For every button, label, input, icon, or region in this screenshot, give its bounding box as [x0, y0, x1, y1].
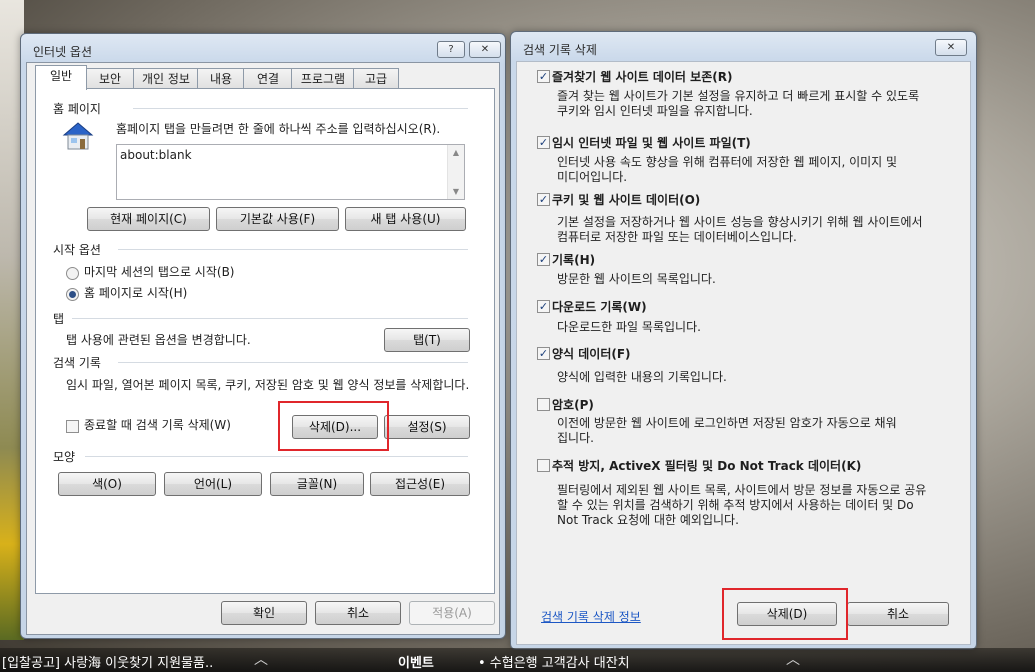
- item-temp-files-label: 임시 인터넷 파일 및 웹 사이트 파일(T): [552, 136, 751, 150]
- divider: [133, 108, 468, 109]
- homepage-url-value: about:blank: [120, 148, 192, 162]
- scroll-up-icon[interactable]: ▲: [448, 148, 464, 157]
- apply-button[interactable]: 적용(A): [409, 601, 495, 625]
- radio-homepage[interactable]: [66, 288, 79, 301]
- delete-on-exit-label: 종료할 때 검색 기록 삭제(W): [84, 418, 231, 432]
- ok-button[interactable]: 확인: [221, 601, 307, 625]
- home-icon: [62, 122, 94, 150]
- divider: [118, 249, 468, 250]
- news-ticker: [입찰공고] 사랑海 이웃찾기 지원물품.. ︿ 이벤트 • 수협은행 고객감사…: [0, 648, 1035, 672]
- item-description: 기본 설정을 저장하거나 웹 사이트 성능을 향상시키기 위해 웹 사이트에서: [557, 215, 923, 229]
- divider: [118, 362, 468, 363]
- use-default-button[interactable]: 기본값 사용(F): [216, 207, 339, 231]
- ticker-item[interactable]: • 수협은행 고객감사 대잔치: [478, 652, 630, 671]
- item-description: 인터넷 사용 속도 향상을 위해 컴퓨터에 저장한 웹 페이지, 이미지 및: [557, 155, 898, 169]
- item-checkbox[interactable]: ✓: [537, 300, 550, 313]
- delete-history-window: 검색 기록 삭제 ✕: [510, 31, 977, 650]
- tab-general[interactable]: 일반: [35, 65, 87, 90]
- divider: [85, 456, 468, 457]
- item-tracking-protection-label: 추적 방지, ActiveX 필터링 및 Do Not Track 데이터(K): [552, 459, 862, 473]
- close-button[interactable]: ✕: [469, 41, 501, 58]
- title-bar: 검색 기록 삭제 ✕: [511, 32, 976, 60]
- appearance-group-title: 모양: [53, 450, 76, 464]
- cancel-delete-button[interactable]: 취소: [847, 602, 949, 626]
- item-description: 즐겨 찾는 웹 사이트가 기본 설정을 유지하고 더 빠르게 표시할 수 있도록: [557, 89, 920, 103]
- radio-homepage-label: 홈 페이지로 시작(H): [84, 286, 188, 300]
- tab-security[interactable]: 보안: [85, 68, 135, 89]
- use-current-button[interactable]: 현재 페이지(C): [87, 207, 210, 231]
- cancel-button[interactable]: 취소: [315, 601, 401, 625]
- highlight-box: [722, 588, 848, 640]
- window-title: 검색 기록 삭제: [523, 43, 597, 57]
- item-checkbox[interactable]: ✓: [537, 136, 550, 149]
- ticker-item[interactable]: [입찰공고] 사랑海 이웃찾기 지원물품..: [2, 652, 213, 671]
- item-description: 할 수 있는 위치를 검색하기 위해 추적 방지에서 사용하는 데이터 및 Do: [557, 498, 914, 512]
- history-settings-button[interactable]: 설정(S): [384, 415, 470, 439]
- item-description: 쿠키와 임시 인터넷 파일을 유지합니다.: [557, 104, 753, 118]
- item-cookies-label: 쿠키 및 웹 사이트 데이터(O): [552, 193, 701, 207]
- item-form-data-label: 양식 데이터(F): [552, 347, 631, 361]
- chevron-up-icon[interactable]: ︿: [254, 649, 268, 669]
- colors-button[interactable]: 색(O): [58, 472, 156, 496]
- languages-button[interactable]: 언어(L): [164, 472, 262, 496]
- highlight-box: [278, 401, 389, 451]
- radio-selected-dot: [69, 291, 76, 298]
- homepage-group-title: 홈 페이지: [53, 102, 101, 116]
- help-button[interactable]: ?: [437, 41, 465, 58]
- history-description: 임시 파일, 열어본 페이지 목록, 쿠키, 저장된 암호 및 웹 양식 정보를…: [66, 378, 470, 392]
- tab-privacy[interactable]: 개인 정보: [133, 68, 199, 89]
- tab-content[interactable]: 내용: [197, 68, 245, 89]
- item-description: 다운로드한 파일 목록입니다.: [557, 320, 701, 334]
- item-checkbox[interactable]: ✓: [537, 70, 550, 83]
- item-description: Not Track 요청에 대한 예외입니다.: [557, 513, 739, 527]
- item-description: 필터링에서 제외된 웹 사이트 목록, 사이트에서 방문 정보를 자동으로 공유: [557, 483, 927, 497]
- scrollbar[interactable]: ▲ ▼: [447, 145, 464, 199]
- history-group-title: 검색 기록: [53, 356, 101, 370]
- radio-last-session[interactable]: [66, 267, 79, 280]
- homepage-instruction: 홈페이지 탭을 만들려면 한 줄에 하나씩 주소를 입력하십시오(R).: [116, 122, 441, 136]
- item-description: 방문한 웹 사이트의 목록입니다.: [557, 272, 716, 286]
- item-description: 이전에 방문한 웹 사이트에 로그인하면 저장된 암호가 자동으로 채워: [557, 416, 897, 430]
- tabs-group-title: 탭: [53, 312, 65, 326]
- accessibility-button[interactable]: 접근성(E): [370, 472, 470, 496]
- item-checkbox[interactable]: ✓: [537, 253, 550, 266]
- item-description: 양식에 입력한 내용의 기록입니다.: [557, 370, 727, 384]
- startup-group-title: 시작 옵션: [53, 243, 101, 257]
- item-passwords-label: 암호(P): [552, 398, 594, 412]
- tab-connections[interactable]: 연결: [243, 68, 293, 89]
- item-download-history-label: 다운로드 기록(W): [552, 300, 647, 314]
- tab-programs[interactable]: 프로그램: [291, 68, 355, 89]
- item-checkbox[interactable]: [537, 398, 550, 411]
- item-description: 집니다.: [557, 431, 594, 445]
- window-title: 인터넷 옵션: [33, 45, 93, 59]
- close-button[interactable]: ✕: [935, 39, 967, 56]
- chevron-up-icon[interactable]: ︿: [786, 649, 800, 669]
- about-deleting-history-link[interactable]: 검색 기록 삭제 정보: [541, 608, 641, 625]
- item-description: 미디어입니다.: [557, 170, 628, 184]
- item-checkbox[interactable]: [537, 459, 550, 472]
- item-preserve-favorites-label: 즐겨찾기 웹 사이트 데이터 보존(R): [552, 70, 733, 84]
- tabs-description: 탭 사용에 관련된 옵션을 변경합니다.: [66, 333, 251, 347]
- use-new-tab-button[interactable]: 새 탭 사용(U): [345, 207, 466, 231]
- radio-last-session-label: 마지막 세션의 탭으로 시작(B): [84, 265, 235, 279]
- delete-on-exit-checkbox[interactable]: [66, 420, 79, 433]
- tab-advanced[interactable]: 고급: [353, 68, 399, 89]
- item-checkbox[interactable]: ✓: [537, 347, 550, 360]
- homepage-url-field[interactable]: about:blank ▲ ▼: [116, 144, 465, 200]
- scroll-down-icon[interactable]: ▼: [448, 187, 464, 196]
- title-bar: 인터넷 옵션 ? ✕: [21, 34, 505, 62]
- item-checkbox[interactable]: ✓: [537, 193, 550, 206]
- tabs-settings-button[interactable]: 탭(T): [384, 328, 470, 352]
- ticker-event[interactable]: 이벤트: [398, 652, 434, 671]
- item-history-label: 기록(H): [552, 253, 596, 267]
- fonts-button[interactable]: 글꼴(N): [270, 472, 364, 496]
- divider: [72, 318, 468, 319]
- item-description: 컴퓨터로 저장한 파일 또는 데이터베이스입니다.: [557, 230, 797, 244]
